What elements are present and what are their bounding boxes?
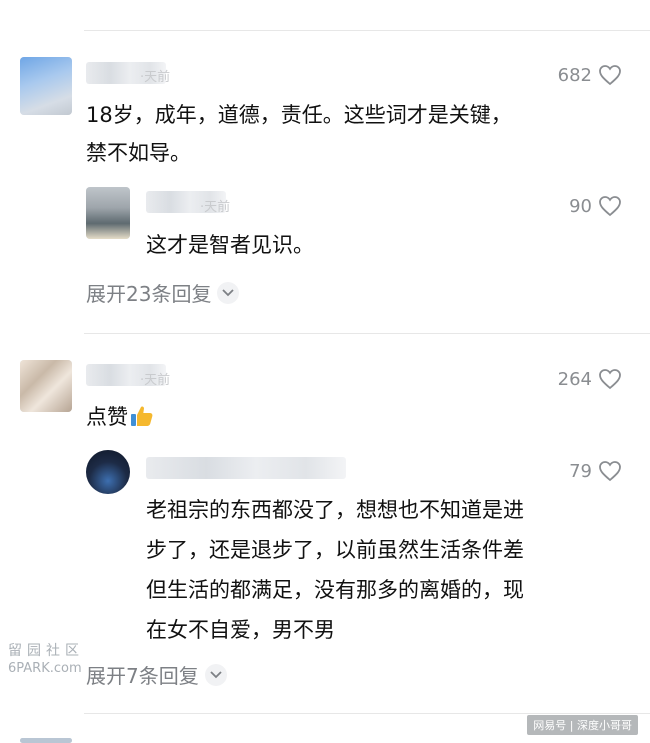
timestamp-blurred: ·天前 bbox=[140, 70, 171, 85]
heart-outline-icon bbox=[599, 196, 621, 217]
avatar[interactable] bbox=[86, 187, 130, 239]
expand-replies-button[interactable]: 展开23条回复 bbox=[86, 278, 240, 307]
heart-outline-icon bbox=[599, 461, 621, 482]
timestamp-blurred: ·天前 bbox=[200, 200, 231, 215]
expand-replies-label: 展开7条回复 bbox=[86, 664, 199, 688]
reply-text: 老祖宗的东西都没了，想想也不知道是进 步了，还是退步了，以前虽然生活条件差 但生… bbox=[146, 498, 524, 642]
like-button[interactable]: 90 bbox=[569, 195, 622, 217]
comment-text: 点赞 bbox=[86, 398, 154, 436]
expand-replies-button[interactable]: 展开7条回复 bbox=[86, 660, 227, 689]
thumbs-up-emoji bbox=[131, 406, 153, 426]
chevron-down-icon bbox=[204, 663, 227, 686]
avatar[interactable] bbox=[20, 360, 72, 412]
like-count: 90 bbox=[569, 195, 592, 217]
like-count: 264 bbox=[557, 368, 592, 390]
like-count: 682 bbox=[557, 64, 592, 86]
watermark-netease: 网易号 | 深度小哥哥 bbox=[527, 715, 638, 735]
username-blurred[interactable] bbox=[146, 457, 346, 479]
comment-text: 18岁，成年，道德，责任。这些词才是关键， 禁不如导。 bbox=[86, 103, 512, 165]
divider bbox=[84, 713, 650, 714]
like-button[interactable]: 79 bbox=[569, 460, 622, 482]
timestamp-blurred: ·天前 bbox=[140, 373, 171, 388]
like-count: 79 bbox=[569, 460, 592, 482]
chevron-down-icon bbox=[217, 281, 240, 304]
watermark-6park: 留园社区 6PARK.com bbox=[8, 640, 84, 676]
heart-outline-icon bbox=[599, 369, 621, 390]
divider bbox=[84, 333, 650, 334]
heart-outline-icon bbox=[599, 65, 621, 86]
avatar[interactable] bbox=[86, 450, 130, 494]
watermark-cn: 留园社区 bbox=[8, 643, 84, 659]
comment-text-content: 点赞 bbox=[86, 405, 128, 429]
like-button[interactable]: 682 bbox=[558, 64, 622, 86]
expand-replies-label: 展开23条回复 bbox=[86, 282, 212, 306]
reply-text: 这才是智者见识。 bbox=[146, 233, 314, 257]
divider-top bbox=[84, 30, 650, 31]
like-button[interactable]: 264 bbox=[558, 368, 622, 390]
avatar[interactable] bbox=[20, 738, 72, 743]
watermark-en: 6PARK.com bbox=[8, 661, 82, 676]
avatar[interactable] bbox=[20, 57, 72, 115]
